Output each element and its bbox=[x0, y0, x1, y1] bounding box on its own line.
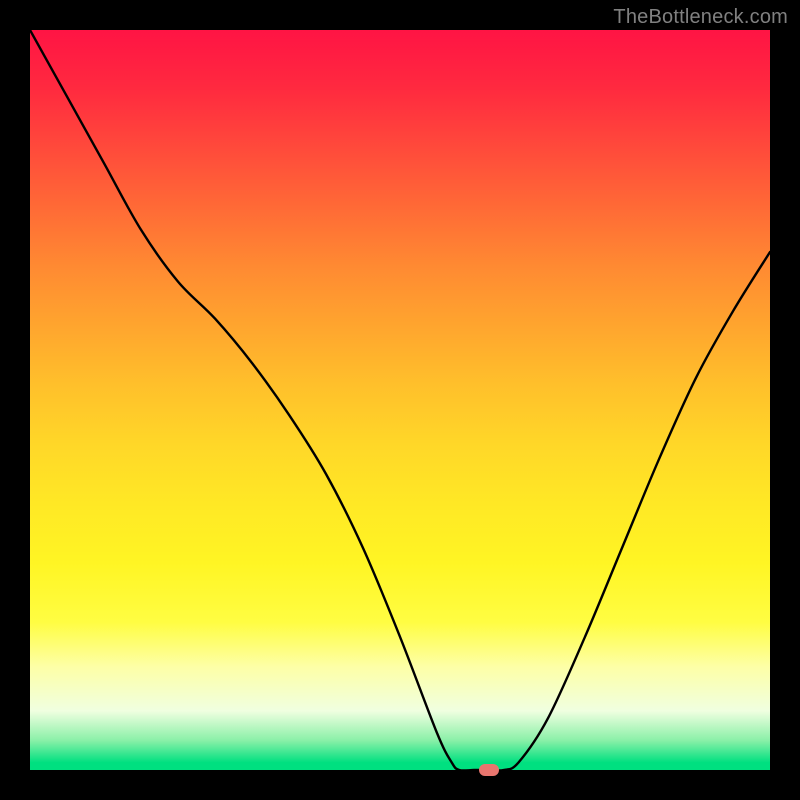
chart-marker bbox=[479, 764, 499, 776]
watermark-label: TheBottleneck.com bbox=[613, 6, 788, 29]
chart-curve bbox=[30, 30, 770, 770]
plot-area bbox=[30, 30, 770, 770]
chart-frame: TheBottleneck.com bbox=[0, 0, 800, 800]
